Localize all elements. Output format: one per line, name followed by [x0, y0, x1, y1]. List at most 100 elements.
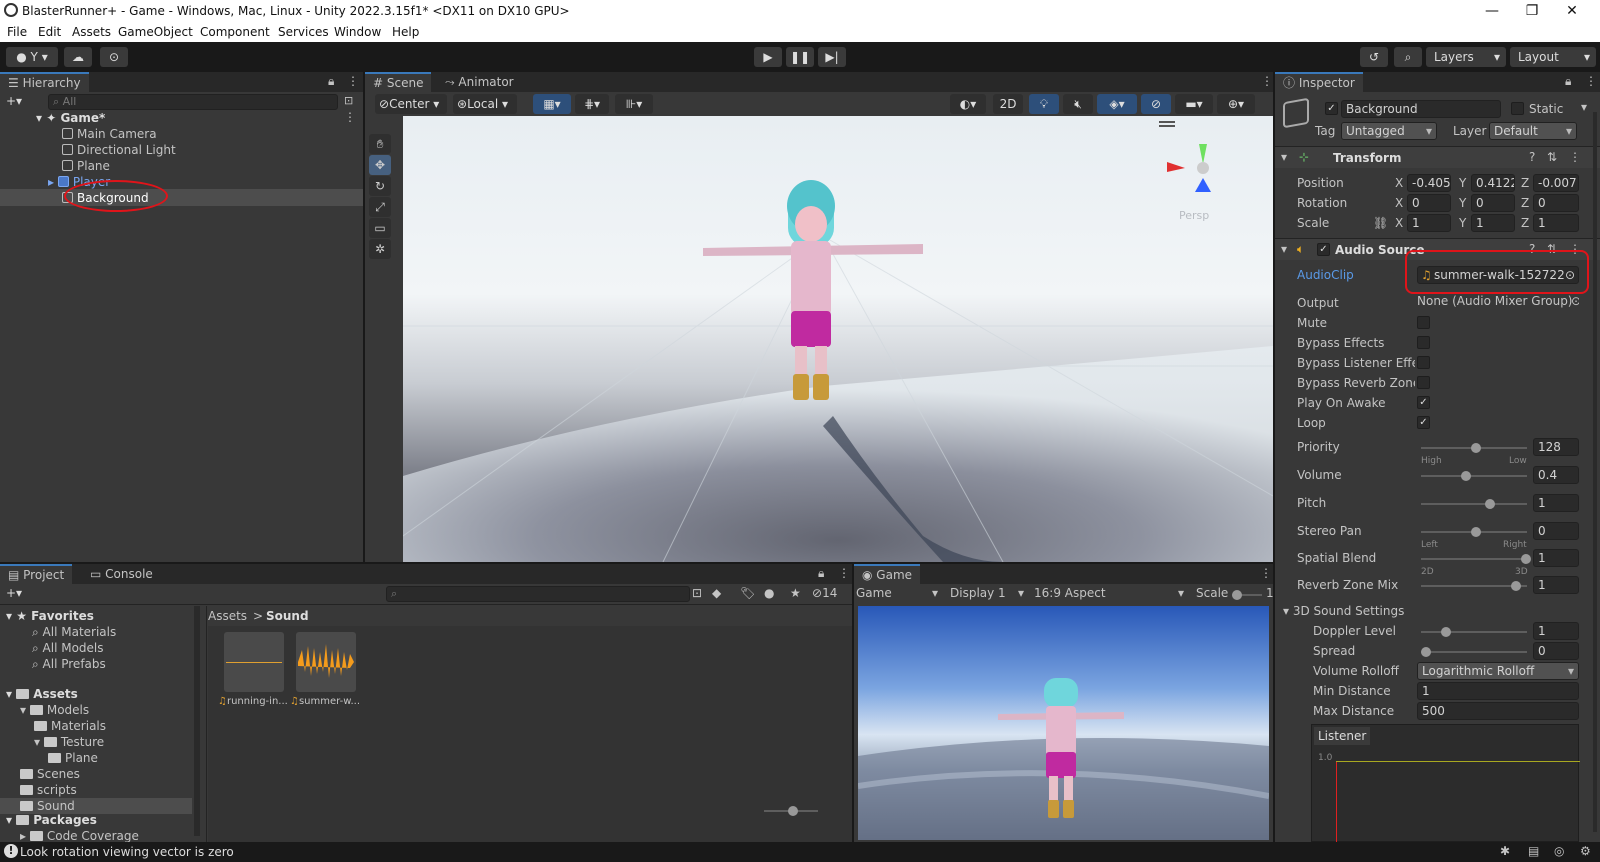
camera-icon[interactable]: ▬▾	[1175, 94, 1213, 114]
object-name-field[interactable]: Background	[1341, 100, 1501, 118]
menu-file[interactable]: File	[7, 25, 27, 39]
tree-scrollbar[interactable]	[194, 606, 200, 836]
tree-folder-materials[interactable]: Materials	[34, 718, 106, 734]
reverb-zone-mix-slider-knob[interactable]	[1511, 581, 1521, 591]
space-dropdown[interactable]: ⊛Local ▾	[453, 94, 517, 114]
bug-icon[interactable]: ✱	[1500, 844, 1510, 858]
hidden-objects-icon[interactable]: ⊘	[1141, 94, 1171, 114]
display-dropdown[interactable]: Display 1 ▾	[950, 586, 1028, 600]
layout-dropdown[interactable]: Layout ▾	[1510, 47, 1596, 67]
doppler-slider-knob[interactable]	[1441, 627, 1451, 637]
tree-folder-testure[interactable]: ▾ Testure	[34, 734, 104, 750]
pitch-slider[interactable]	[1421, 503, 1527, 505]
package-code-coverage[interactable]: ▸ Code Coverage	[20, 828, 139, 842]
spatial-blend-slider[interactable]	[1421, 558, 1527, 560]
menu-assets[interactable]: Assets	[72, 25, 111, 39]
close-icon[interactable]: ✕	[1552, 0, 1592, 22]
scene-root[interactable]: ▾ ✦ Game*	[36, 110, 105, 126]
history-icon[interactable]: ↺	[1360, 47, 1388, 67]
scene-menu-icon[interactable]: ⋮	[344, 110, 356, 124]
rolloff-graph[interactable]: Listener 1.0	[1311, 724, 1580, 843]
persp-label[interactable]: Persp	[1179, 209, 1209, 222]
preset-icon[interactable]: ⇅	[1547, 150, 1557, 164]
spread-slider-knob[interactable]	[1421, 647, 1431, 657]
stereo-pan-field[interactable]: 0	[1533, 522, 1579, 540]
stereo-pan-slider-knob[interactable]	[1471, 527, 1481, 537]
priority-field[interactable]: 128	[1533, 438, 1579, 456]
shading-mode-icon[interactable]: ◐▾	[950, 94, 986, 114]
search-by-type-icon[interactable]: ⊡	[692, 586, 702, 600]
audio-mute-icon[interactable]: 🔇︎	[1063, 94, 1093, 114]
step-button[interactable]: ▶|	[818, 47, 846, 67]
more-menu-icon[interactable]: ⋮	[838, 566, 850, 580]
grid-icon[interactable]: ⋕▾	[575, 94, 609, 114]
scale-tool-icon[interactable]: ⤢	[369, 197, 391, 217]
max-distance-field[interactable]: 500	[1417, 702, 1579, 720]
log-icon[interactable]: ●	[764, 586, 774, 600]
tab-project[interactable]: ▤ Project	[0, 564, 73, 584]
chevron-down-icon[interactable]: ▾	[1581, 100, 1587, 114]
position-z-field[interactable]: -0.007	[1533, 174, 1579, 192]
favorite-all-models[interactable]: ⌕ All Models	[32, 640, 104, 656]
minimize-icon[interactable]: —	[1472, 0, 1512, 22]
menu-help[interactable]: Help	[392, 25, 419, 39]
scale-y-field[interactable]: 1	[1471, 214, 1515, 232]
layer-dropdown[interactable]: Default	[1489, 122, 1577, 140]
zoom-slider-knob[interactable]	[788, 806, 798, 816]
menu-gameobject[interactable]: GameObject	[118, 25, 193, 39]
search-icon[interactable]: ⌕	[1394, 47, 1422, 67]
more-menu-icon[interactable]: ⋮	[1261, 74, 1273, 88]
aspect-dropdown[interactable]: 16:9 Aspect ▾	[1034, 586, 1186, 600]
position-y-field[interactable]: 0.4122	[1471, 174, 1515, 192]
rect-tool-icon[interactable]: ▭	[369, 218, 391, 238]
spatial-blend-field[interactable]: 1	[1533, 549, 1579, 567]
play-button[interactable]: ▶	[754, 47, 782, 67]
tree-folder-sound[interactable]: Sound	[20, 798, 75, 814]
toggle-checkbox[interactable]	[1417, 376, 1430, 389]
toggle-checkbox[interactable]	[1417, 356, 1430, 369]
create-button[interactable]: +▾	[6, 586, 22, 600]
tab-game[interactable]: ◉ Game	[854, 564, 921, 584]
tree-folder-scripts[interactable]: scripts	[20, 782, 77, 798]
add-button[interactable]: +▾	[6, 94, 22, 108]
rotation-x-field[interactable]: 0	[1407, 194, 1451, 212]
lock-icon[interactable]: 🔒︎	[328, 74, 334, 89]
tree-folder-scenes[interactable]: Scenes	[20, 766, 80, 782]
more-menu-icon[interactable]: ⋮	[1260, 566, 1272, 580]
min-distance-field[interactable]: 1	[1417, 682, 1579, 700]
hidden-packages-icon[interactable]: ⊘14	[812, 586, 837, 600]
asset-label-summer[interactable]: ♫summer-w...	[290, 696, 360, 707]
active-checkbox[interactable]: ✓	[1325, 102, 1338, 115]
more-menu-icon[interactable]: ⋮	[347, 74, 359, 88]
collab-icon[interactable]: ⊙	[100, 47, 128, 67]
tab-inspector[interactable]: ⓘ Inspector	[1275, 72, 1363, 92]
tab-hierarchy[interactable]: ☰ Hierarchy	[0, 72, 89, 92]
pitch-slider-knob[interactable]	[1485, 499, 1495, 509]
rotation-z-field[interactable]: 0	[1533, 194, 1579, 212]
progress-icon[interactable]: ▤	[1528, 844, 1539, 858]
favorites-section[interactable]: ▾ ★ Favorites	[6, 608, 94, 624]
hierarchy-search-input[interactable]: ⌕ All	[48, 94, 338, 110]
transform-header[interactable]: ▾ ⊹ Transform ? ⇅ ⋮	[1275, 146, 1600, 168]
position-x-field[interactable]: -0.405	[1407, 174, 1451, 192]
inspector-scrollbar[interactable]	[1593, 112, 1597, 832]
toggle-2d-button[interactable]: 2D	[993, 94, 1023, 114]
grid-snap-icon[interactable]: ▦▾	[533, 94, 571, 114]
asset-thumbnail-running[interactable]	[224, 632, 284, 692]
tree-folder-plane[interactable]: Plane	[48, 750, 98, 766]
game-viewport[interactable]	[858, 606, 1269, 840]
priority-slider-knob[interactable]	[1471, 443, 1481, 453]
toggle-checkbox[interactable]	[1417, 316, 1430, 329]
tab-scene[interactable]: # Scene	[365, 72, 432, 92]
menu-component[interactable]: Component	[200, 25, 270, 39]
tree-folder-models[interactable]: ▾ Models	[20, 702, 89, 718]
project-search-input[interactable]: ⌕	[386, 586, 690, 602]
static-checkbox[interactable]	[1511, 102, 1524, 115]
scene-visibility-icon[interactable]: ⊡	[344, 94, 353, 107]
more-menu-icon[interactable]: ⋮	[1569, 150, 1581, 164]
lock-icon[interactable]: 🔒︎	[818, 566, 824, 581]
object-picker-icon[interactable]: ⊙	[1571, 292, 1579, 310]
layers-dropdown[interactable]: Layers ▾	[1426, 47, 1506, 67]
spatial-blend-slider-knob[interactable]	[1521, 554, 1531, 564]
assets-section[interactable]: ▾ Assets	[6, 686, 78, 702]
